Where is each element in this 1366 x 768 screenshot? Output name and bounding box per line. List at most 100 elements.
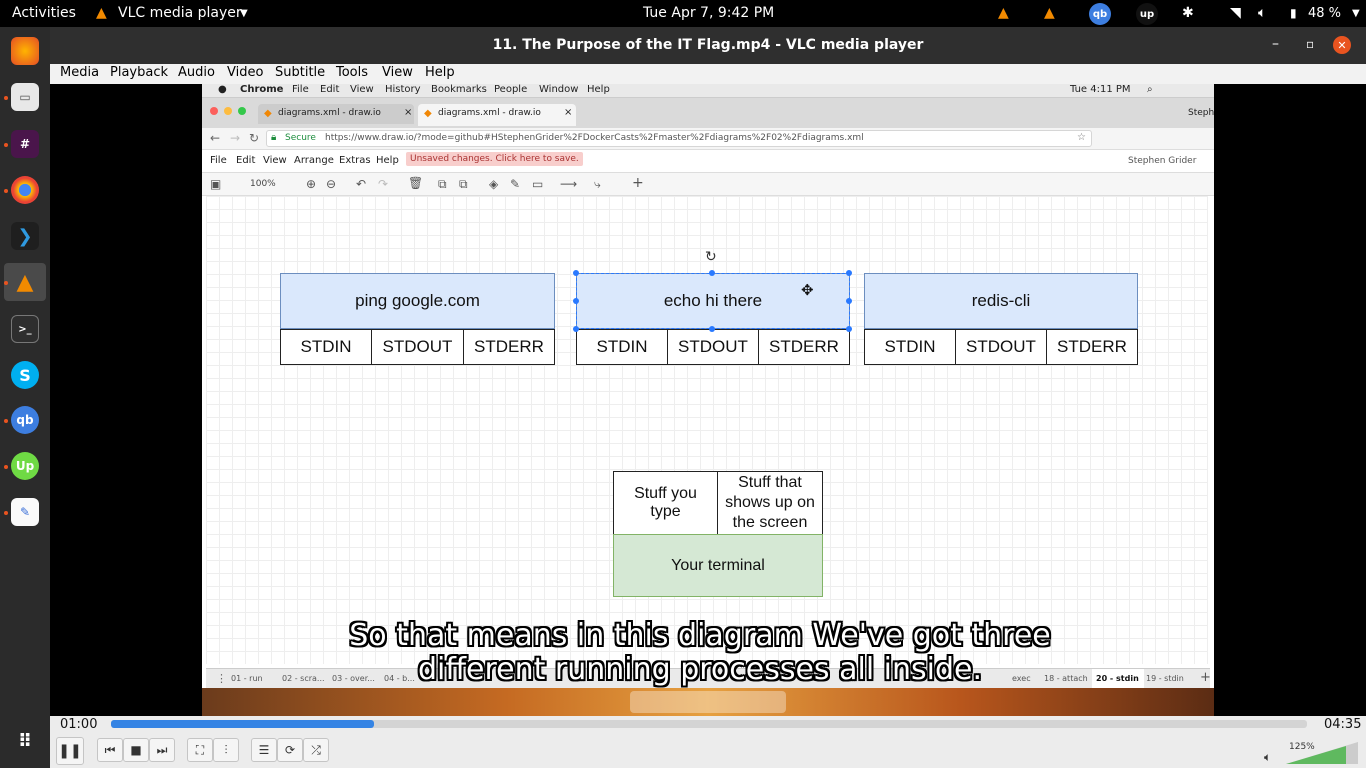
menu-view[interactable]: View [382, 65, 413, 80]
vlc-dock-icon[interactable]: ▲ [11, 268, 39, 296]
system-menu-chevron-icon[interactable]: ▼ [1352, 8, 1360, 19]
stop-button[interactable]: ■ [123, 738, 149, 762]
dock: ▭ # ❯ ▲ >_ S qb Up ✎ ⠿ [0, 27, 50, 768]
shadow-icon: ▭ [532, 177, 544, 191]
pause-button[interactable]: ❚❚ [56, 737, 84, 765]
stream-label: STDIN [884, 337, 936, 356]
maximize-icon[interactable]: ▫ [1306, 37, 1314, 51]
show-applications-icon[interactable]: ⠿ [11, 727, 39, 755]
page-tab: 01 - run [231, 674, 263, 683]
gnome-top-bar: Activities ▲ VLC media player ▼ Tue Apr … [0, 0, 1366, 27]
menu-playback[interactable]: Playback [110, 65, 168, 80]
unsaved-changes-notice: Unsaved changes. Click here to save. [406, 152, 583, 166]
mac-menu-history: History [385, 84, 421, 95]
menu-help[interactable]: Help [425, 65, 455, 80]
mac-menu-people: People [494, 84, 528, 95]
undo-icon: ↶ [356, 177, 367, 191]
mac-desktop-strip [202, 688, 1214, 716]
stderr-cell: STDERR [463, 329, 555, 365]
selection-handle [573, 326, 579, 332]
seek-bar[interactable] [111, 720, 1307, 728]
menu-subtitle[interactable]: Subtitle [275, 65, 325, 80]
loop-button[interactable]: ⟳ [277, 738, 303, 762]
extended-settings-button[interactable]: ⫶ [213, 738, 239, 762]
stream-label: STDOUT [382, 337, 453, 356]
battery-percent: 48 % [1308, 6, 1342, 21]
close-icon[interactable]: ✕ [1333, 36, 1351, 54]
selection-handle [846, 326, 852, 332]
zoom-out-icon: ⊖ [326, 177, 337, 191]
fullscreen-button[interactable]: ⛶ [187, 738, 213, 762]
subtitle-overlay: So that means in this diagram We've got … [290, 619, 1110, 687]
upwork-tray-icon[interactable]: up [1136, 3, 1158, 25]
upwork-icon[interactable]: Up [11, 452, 39, 480]
clock[interactable]: Tue Apr 7, 9:42 PM [643, 5, 774, 21]
screen-output-cell: Stuff that shows up on the screen [717, 471, 823, 535]
insert-icon: + [632, 175, 644, 191]
stream-label: STDERR [769, 337, 839, 356]
forward-icon: → [230, 131, 241, 145]
slack-tray-icon[interactable]: ✱ [1182, 5, 1194, 21]
process-box: ping google.com [280, 273, 555, 329]
chrome-tab: ◆ diagrams.xml - draw.io × [258, 104, 414, 124]
vlc-tray-icon-2[interactable]: ▲ [1044, 5, 1055, 21]
menu-tools[interactable]: Tools [336, 65, 368, 80]
menu-audio[interactable]: Audio [178, 65, 215, 80]
qbittorrent-tray-icon[interactable]: qb [1089, 3, 1111, 25]
activities-button[interactable]: Activities [12, 5, 76, 21]
total-time[interactable]: 04:35 [1324, 717, 1361, 732]
vlc-tray-icon[interactable]: ▲ [998, 5, 1009, 21]
add-page-icon: + [1200, 670, 1211, 685]
loop-icon: ⟳ [284, 743, 296, 757]
firefox-icon[interactable] [11, 37, 39, 65]
stream-label: STDOUT [678, 337, 748, 356]
chrome-toolbar: ← → ↻ 🔒︎ Secure https://www.draw.io/?mod… [202, 128, 1214, 150]
fill-color-icon: ◈ [489, 177, 499, 191]
previous-icon: ⏮︎ [104, 742, 116, 757]
menu-video[interactable]: Video [227, 65, 263, 80]
playlist-button[interactable]: ☰ [251, 738, 277, 762]
stderr-cell: STDERR [1046, 329, 1138, 365]
previous-button[interactable]: ⏮︎ [97, 738, 123, 762]
chevron-down-icon[interactable]: ▼ [240, 8, 248, 19]
app-menu[interactable]: VLC media player [118, 5, 242, 21]
skype-icon[interactable]: S [11, 361, 39, 389]
vlc-menubar: Media Playback Audio Video Subtitle Tool… [50, 64, 1366, 84]
zoom-level: 100% [250, 179, 276, 189]
text-editor-icon[interactable]: ✎ [11, 498, 39, 526]
elapsed-time[interactable]: 01:00 [60, 717, 97, 732]
chrome-icon[interactable] [11, 176, 39, 204]
stream-label: STDOUT [966, 337, 1036, 356]
shuffle-icon: ⤮ [311, 742, 321, 757]
process-name: redis-cli [971, 291, 1031, 310]
slack-icon[interactable]: # [11, 130, 39, 158]
stream-label: STDERR [1057, 337, 1127, 356]
terminal-output-label: Stuff that shows up on the screen [725, 474, 815, 531]
mac-menu-bookmarks: Bookmarks [431, 84, 487, 95]
shuffle-button[interactable]: ⤮ [303, 738, 329, 762]
terminal-icon[interactable]: >_ [11, 315, 39, 343]
battery-icon[interactable]: ▮ [1290, 6, 1297, 20]
wifi-icon[interactable]: ◥ [1230, 5, 1241, 21]
qbittorrent-icon[interactable]: qb [11, 406, 39, 434]
fullscreen-icon: ⛶ [195, 742, 205, 757]
pages-menu-icon: ⋮ [216, 672, 227, 685]
mute-icon[interactable]: 🔈︎ [1264, 750, 1271, 765]
mac-clock: Tue 4:11 PM [1070, 84, 1131, 95]
window-titlebar[interactable]: 11. The Purpose of the IT Flag.mp4 - VLC… [50, 27, 1366, 64]
vscode-icon[interactable]: ❯ [11, 222, 39, 250]
menu-media[interactable]: Media [60, 65, 99, 80]
reload-icon: ↻ [249, 131, 260, 145]
next-button[interactable]: ⏭︎ [149, 738, 175, 762]
process-name: ping google.com [355, 291, 480, 310]
minimize-icon[interactable]: – [1272, 36, 1279, 52]
next-icon: ⏭︎ [156, 742, 168, 757]
drawio-icon: ◆ [264, 108, 272, 119]
page-tab: 19 - stdin [1146, 674, 1184, 683]
files-icon[interactable]: ▭ [11, 83, 39, 111]
chrome-profile-name: Stephen [1188, 108, 1214, 118]
terminal-name: Your terminal [671, 556, 765, 574]
stream-label: STDIN [300, 337, 352, 356]
mac-menu-window: Window [539, 84, 579, 95]
volume-icon[interactable]: 🔈︎ [1258, 5, 1266, 21]
